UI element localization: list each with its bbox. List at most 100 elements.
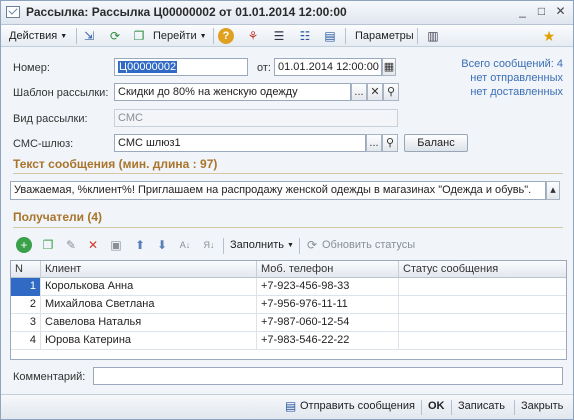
toolbar-separator <box>417 28 418 44</box>
type-field: СМС <box>114 109 398 127</box>
copy-document-icon[interactable]: ❐ <box>131 28 147 44</box>
window-title: Рассылка: Рассылка Ц00000002 от 01.01.20… <box>26 5 347 19</box>
fill-label: Заполнить <box>230 239 285 251</box>
journal-icon[interactable]: ☰ <box>271 28 287 44</box>
goto-label: Перейти <box>153 30 197 42</box>
template-select-button[interactable]: ... <box>351 83 367 101</box>
status-cell <box>399 314 566 332</box>
goto-menu[interactable]: Перейти ▼ <box>151 27 209 45</box>
help-icon[interactable]: ? <box>218 28 234 44</box>
status-cell <box>399 332 566 350</box>
client-cell: Михайлова Светлана <box>41 296 257 314</box>
add-row-icon[interactable]: + <box>16 237 32 253</box>
parameters-button[interactable]: Параметры <box>353 27 416 45</box>
list-settings-icon[interactable]: ☷ <box>297 28 313 44</box>
client-cell: Юрова Катерина <box>41 332 257 350</box>
total-messages-link[interactable]: Всего сообщений: 4 <box>441 58 563 70</box>
caret-down-icon: ▼ <box>287 242 294 249</box>
delete-row-icon[interactable]: ✕ <box>85 237 101 253</box>
message-section-title: Текст сообщения (мин. длина : 97) <box>13 157 218 171</box>
post-document-icon[interactable]: ⇲ <box>81 28 97 44</box>
maximize-button[interactable]: □ <box>533 4 550 20</box>
date-field[interactable]: 01.01.2014 12:00:00 <box>274 58 382 76</box>
phone-cell: +7-956-976-11-11 <box>257 296 399 314</box>
phone-cell: +7-987-060-12-54 <box>257 314 399 332</box>
recipients-section-title: Получатели (4) <box>13 210 102 224</box>
table-row[interactable]: 1 Королькова Анна +7-923-456-98-33 <box>11 278 566 296</box>
close-button[interactable]: ✕ <box>552 4 569 20</box>
search-icon[interactable]: ⚲ <box>383 83 399 101</box>
bottom-bar: ▤ Отправить сообщения OK Записать Закрыт… <box>1 394 573 419</box>
footer-separator <box>451 400 452 415</box>
structure-icon[interactable]: ⚘ <box>245 28 261 44</box>
favorite-star-icon[interactable]: ★ <box>541 28 557 44</box>
table-row[interactable]: 3 Савелова Наталья +7-987-060-12-54 <box>11 314 566 332</box>
send-messages-icon[interactable]: ▤ <box>285 399 296 413</box>
number-label: Номер: <box>13 62 50 74</box>
phone-cell: +7-983-546-22-22 <box>257 332 399 350</box>
column-header-client[interactable]: Клиент <box>41 261 257 278</box>
column-header-n[interactable]: N <box>11 261 41 278</box>
table-row[interactable]: 4 Юрова Катерина +7-983-546-22-22 <box>11 332 566 350</box>
row-number: 1 <box>11 278 41 296</box>
document-window: Рассылка: Рассылка Ц00000002 от 01.01.20… <box>0 0 574 420</box>
section-divider <box>13 173 563 174</box>
comment-field[interactable] <box>93 367 563 385</box>
message-text-field[interactable]: Уважаемая, %клиент%! Приглашаем на распр… <box>10 181 546 200</box>
from-label: от: <box>257 62 271 74</box>
template-label: Шаблон рассылки: <box>13 87 109 99</box>
column-header-status[interactable]: Статус сообщения <box>399 261 566 278</box>
caret-down-icon: ▼ <box>60 33 68 40</box>
client-cell: Королькова Анна <box>41 278 257 296</box>
copy-row-icon[interactable]: ❐ <box>40 237 56 253</box>
refresh-icon[interactable]: ⟳ <box>107 28 123 44</box>
toolbar-separator <box>299 238 300 254</box>
gateway-select-button[interactable]: ... <box>366 134 382 152</box>
refresh-statuses-button[interactable]: Обновить статусы <box>320 236 417 254</box>
sort-descending-icon[interactable]: Я↓ <box>201 237 217 253</box>
save-button[interactable]: Записать <box>458 400 505 412</box>
move-down-icon[interactable]: ⬇ <box>154 237 170 253</box>
gateway-field[interactable]: СМС шлюз1 <box>114 134 366 152</box>
edit-row-icon[interactable]: ✎ <box>63 237 79 253</box>
refresh-status-icon[interactable]: ⟳ <box>304 237 320 253</box>
search-icon[interactable]: ⚲ <box>382 134 398 152</box>
toolbar-separator <box>213 28 214 44</box>
section-divider <box>13 227 563 228</box>
template-field[interactable]: Скидки до 80% на женскую одежду <box>114 83 351 101</box>
gateway-label: СМС-шлюз: <box>13 138 74 150</box>
number-field[interactable]: Ц00000002 <box>114 58 248 76</box>
actions-menu[interactable]: Действия ▼ <box>7 27 69 45</box>
calendar-icon[interactable]: ▦ <box>382 58 396 76</box>
caret-down-icon: ▼ <box>199 33 207 40</box>
sort-ascending-icon[interactable]: A↓ <box>177 237 193 253</box>
fill-menu[interactable]: Заполнить ▼ <box>228 236 296 254</box>
not-delivered-link[interactable]: нет доставленных <box>441 86 563 98</box>
balance-button[interactable]: Баланс <box>404 134 468 152</box>
not-sent-link[interactable]: нет отправленных <box>441 72 563 84</box>
toolbar-separator <box>76 28 77 44</box>
table-row[interactable]: 2 Михайлова Светлана +7-956-976-11-11 <box>11 296 566 314</box>
send-messages-button[interactable]: Отправить сообщения <box>300 400 415 412</box>
print-icon[interactable]: ▥ <box>425 28 441 44</box>
status-cell <box>399 278 566 296</box>
report-icon[interactable]: ▤ <box>322 28 338 44</box>
phone-cell: +7-923-456-98-33 <box>257 278 399 296</box>
toolbar: Действия ▼ ⇲ ⟳ ❐ Перейти ▼ ? ⚘ ☰ ☷ ▤ Парам… <box>1 25 573 47</box>
number-value: Ц00000002 <box>118 61 178 73</box>
close-form-button[interactable]: Закрыть <box>521 400 563 412</box>
clear-icon[interactable]: ✕ <box>367 83 383 101</box>
end-edit-icon[interactable]: ▣ <box>108 237 124 253</box>
minimize-button[interactable]: _ <box>514 4 531 20</box>
column-header-phone[interactable]: Моб. телефон <box>257 261 399 278</box>
footer-separator <box>514 400 515 415</box>
ok-button[interactable]: OK <box>428 400 445 412</box>
footer-separator <box>421 400 422 415</box>
type-label: Вид рассылки: <box>13 113 88 125</box>
move-up-icon[interactable]: ⬆ <box>132 237 148 253</box>
toolbar-separator <box>223 238 224 254</box>
toolbar-separator <box>345 28 346 44</box>
scroll-up-icon[interactable]: ▴ <box>546 181 560 200</box>
row-number: 2 <box>11 296 41 314</box>
recipients-table: N Клиент Моб. телефон Статус сообщения 1… <box>10 260 567 360</box>
